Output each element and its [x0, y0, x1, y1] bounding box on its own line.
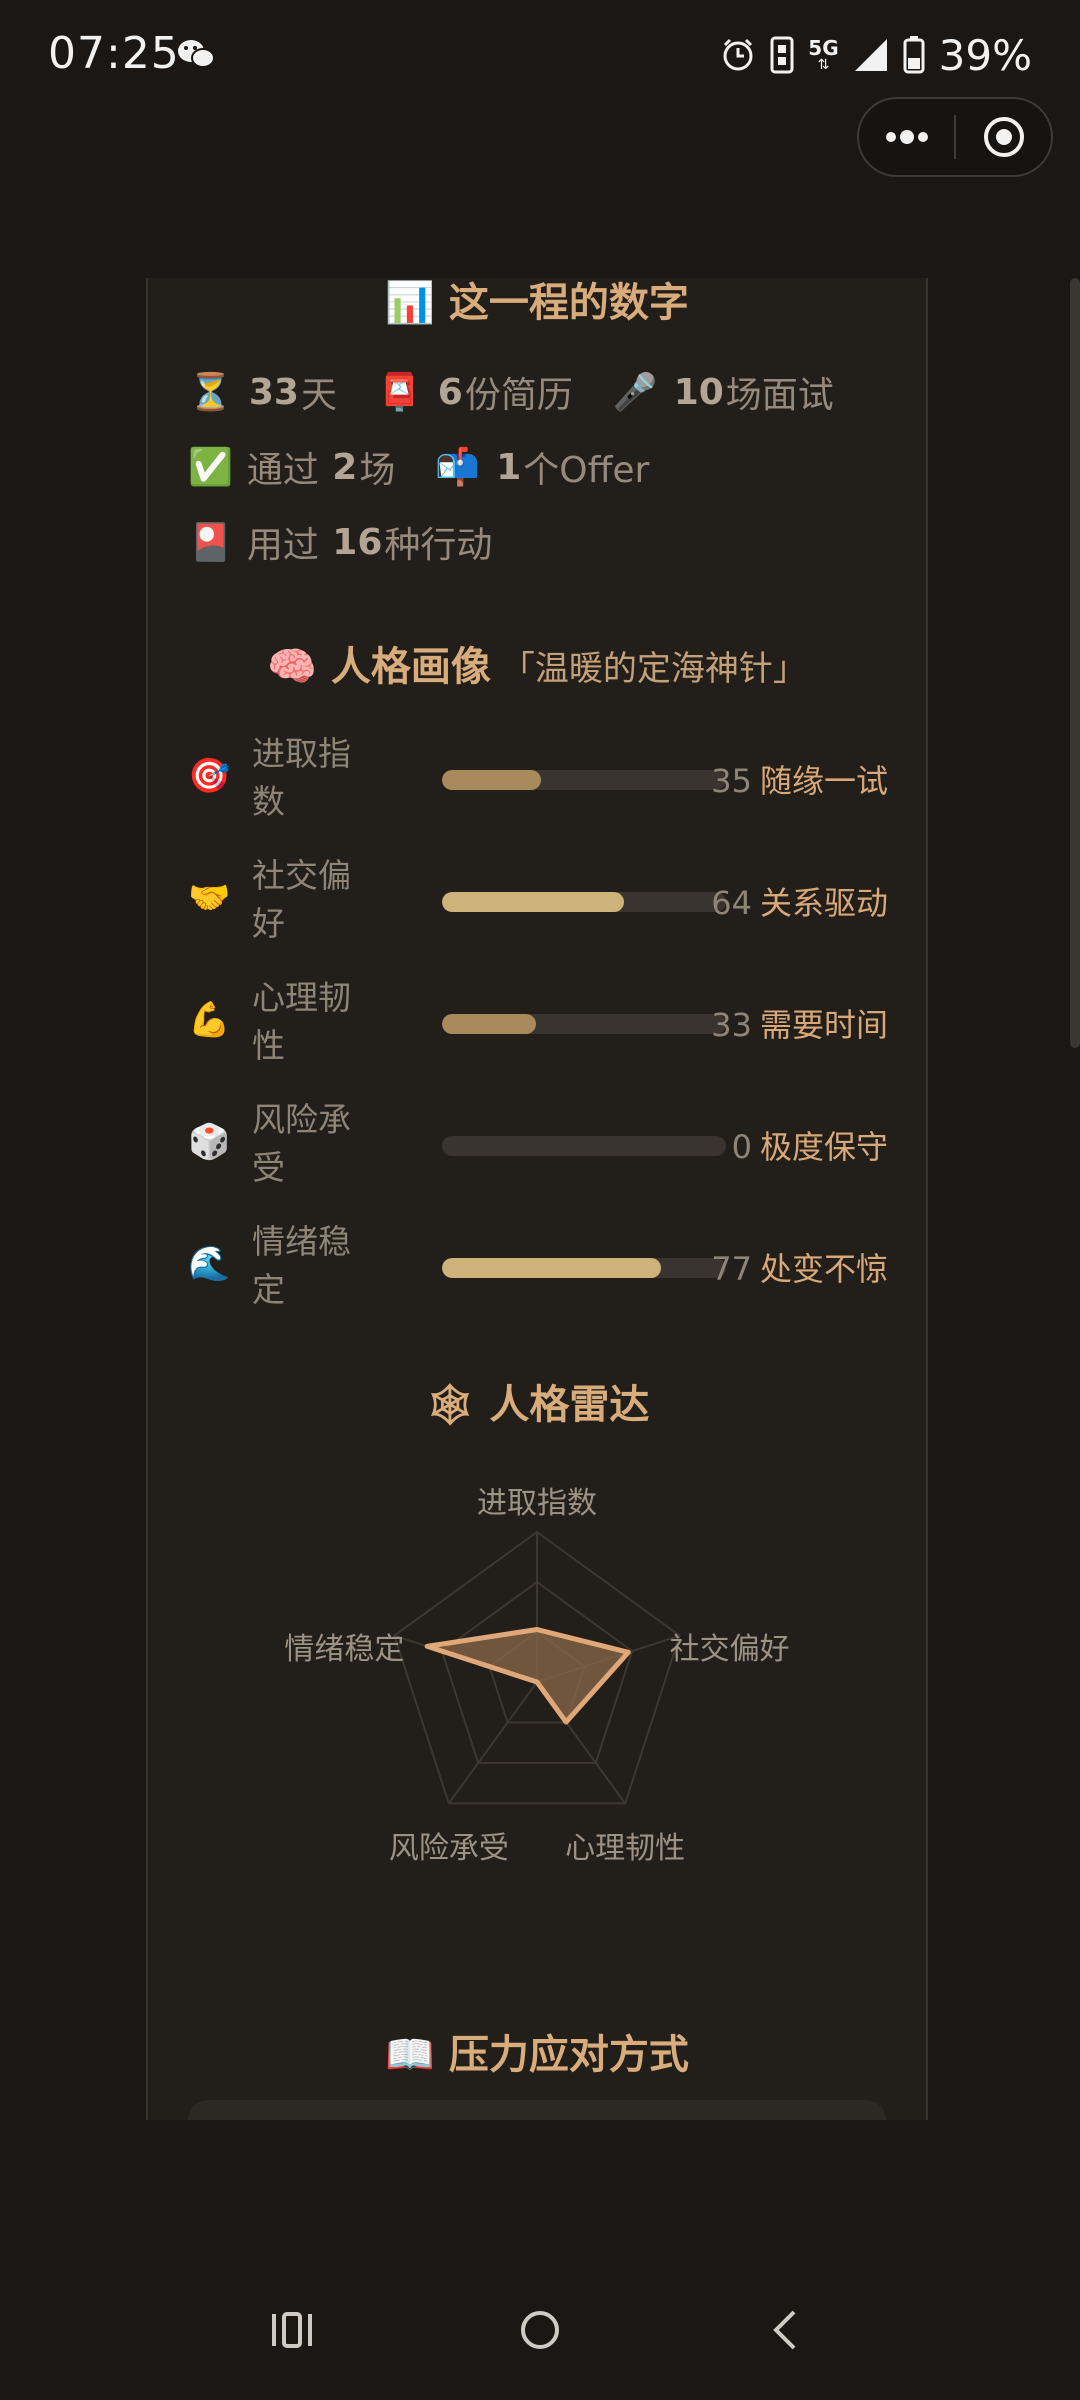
coping-section-title: 📖 压力应对方式: [385, 2032, 689, 2078]
coping-content-box: [188, 2100, 886, 2120]
brain-icon: 🧠: [267, 644, 317, 690]
trait-bar: [442, 892, 726, 912]
radar-section-title: 🕸 人格雷达: [424, 1382, 650, 1428]
back-chevron-icon: [773, 2310, 796, 2350]
trait-resilience: 💪 心理韧性 33 需要时间: [188, 974, 888, 1074]
stat-interviews: 🎤 10 场面试: [612, 371, 834, 417]
radar-axis-label: 情绪稳定: [284, 1631, 405, 1667]
signal-strength-icon: [854, 39, 887, 71]
battery-icon: [903, 36, 925, 74]
trait-bar-fill: [442, 770, 542, 790]
trait-emotion: 🌊 情绪稳定 77 处变不惊: [188, 1218, 888, 1318]
trait-value: 33 需要时间: [711, 1006, 888, 1044]
trait-bar-fill: [442, 1014, 536, 1034]
page-scrollbar[interactable]: [1070, 278, 1080, 1048]
persona-subtitle: 「温暖的定海神针」: [500, 649, 807, 689]
trait-social: 🤝 社交偏好 64 关系驱动: [188, 852, 888, 952]
dice-icon: 🎲: [188, 1122, 231, 1162]
trait-ambition: 🎯 进取指数 35 随缘一试: [188, 730, 888, 830]
stat-actions: 🎴 用过 16 种行动: [188, 521, 493, 567]
system-nav-bar: [0, 2260, 1080, 2400]
trait-bar: [442, 1014, 726, 1034]
battery-percent: 39%: [938, 30, 1032, 80]
trait-bar-fill: [442, 892, 624, 912]
trait-value: 77 处变不惊: [711, 1250, 888, 1288]
miniprogram-capsule: [857, 97, 1053, 177]
more-dots-icon: [885, 130, 928, 144]
radar-axis-label: 进取指数: [477, 1486, 597, 1521]
alarm-icon: [723, 38, 753, 71]
data-transfer-icon: [770, 36, 794, 74]
stat-resumes: 📮 6 份简历: [376, 371, 573, 417]
trait-name: 进取指数: [252, 734, 351, 821]
trait-name: 情绪稳定: [252, 1222, 351, 1309]
stat-offers: 📬 1 个Offer: [435, 446, 650, 492]
trait-bar: [442, 1258, 726, 1278]
radar-axis-label: 风险承受: [388, 1831, 509, 1867]
persona-radar-chart: [393, 1530, 681, 1805]
mailbox-icon: 📬: [435, 447, 481, 488]
trait-bar: [442, 1136, 726, 1156]
status-time: 07:25: [48, 28, 180, 79]
stats-row-2: ✅ 通过 2场 📬 1 个Offer: [188, 441, 649, 493]
chart-icon: 📊: [385, 280, 435, 326]
close-miniprogram-button[interactable]: [956, 99, 1051, 175]
radar-axis-line: [448, 1681, 538, 1804]
open-book-icon: 📖: [385, 2032, 435, 2078]
trait-value: 0 极度保守: [731, 1128, 888, 1166]
back-button[interactable]: [746, 2290, 826, 2370]
trait-value: 35 随缘一试: [711, 762, 888, 800]
trait-name: 社交偏好: [252, 856, 351, 943]
home-circle-icon: [521, 2311, 559, 2349]
trait-value: 64 关系驱动: [711, 884, 888, 922]
target-circle-icon: [983, 117, 1024, 157]
wave-icon: 🌊: [188, 1244, 231, 1284]
trait-bar: [442, 770, 726, 790]
stat-days: ⏳ 33 天: [188, 371, 337, 417]
radar-axis-label: 社交偏好: [669, 1631, 790, 1667]
radar-axis-label: 心理韧性: [565, 1831, 686, 1867]
more-button[interactable]: [859, 99, 954, 175]
report-card: 📊 这一程的数字 ⏳ 33 天 📮 6 份简历 🎤 10 场面试 ✅ 通过 2场 📬 1…: [146, 278, 928, 2120]
hourglass-icon: ⏳: [188, 372, 233, 413]
stat-passed: ✅ 通过 2场: [188, 446, 396, 492]
persona-section-title: 🧠 人格画像 「温暖的定海神针」: [267, 644, 807, 690]
handshake-icon: 🤝: [188, 878, 231, 918]
home-button[interactable]: [500, 2290, 580, 2370]
trait-bar-fill: [442, 1258, 661, 1278]
target-icon: 🎯: [188, 756, 231, 796]
flower-card-icon: 🎴: [188, 522, 233, 563]
numbers-section-title: 📊 这一程的数字: [385, 280, 689, 326]
radar-value-polygon: [424, 1627, 631, 1725]
spider-web-icon: 🕸: [424, 1382, 476, 1428]
trait-name: 心理韧性: [252, 978, 351, 1065]
wechat-icon: [178, 40, 215, 68]
microphone-icon: 🎤: [612, 372, 658, 413]
postbox-icon: 📮: [376, 372, 422, 413]
stats-row-1: ⏳ 33 天 📮 6 份简历 🎤 10 场面试: [188, 366, 834, 418]
status-bar: 07:25 5G ⇅ 39%: [0, 0, 1080, 110]
status-icons: 5G ⇅ 39%: [720, 30, 1032, 80]
flexed-biceps-icon: 💪: [188, 1000, 231, 1040]
trait-risk: 🎲 风险承受 0 极度保守: [188, 1096, 888, 1196]
stats-row-3: 🎴 用过 16 种行动: [188, 516, 492, 568]
network-5g-indicator: 5G ⇅: [808, 36, 839, 73]
check-mark-icon: ✅: [188, 447, 233, 488]
recent-apps-icon: [272, 2312, 312, 2348]
trait-name: 风险承受: [252, 1100, 351, 1187]
recent-apps-button[interactable]: [252, 2290, 332, 2370]
